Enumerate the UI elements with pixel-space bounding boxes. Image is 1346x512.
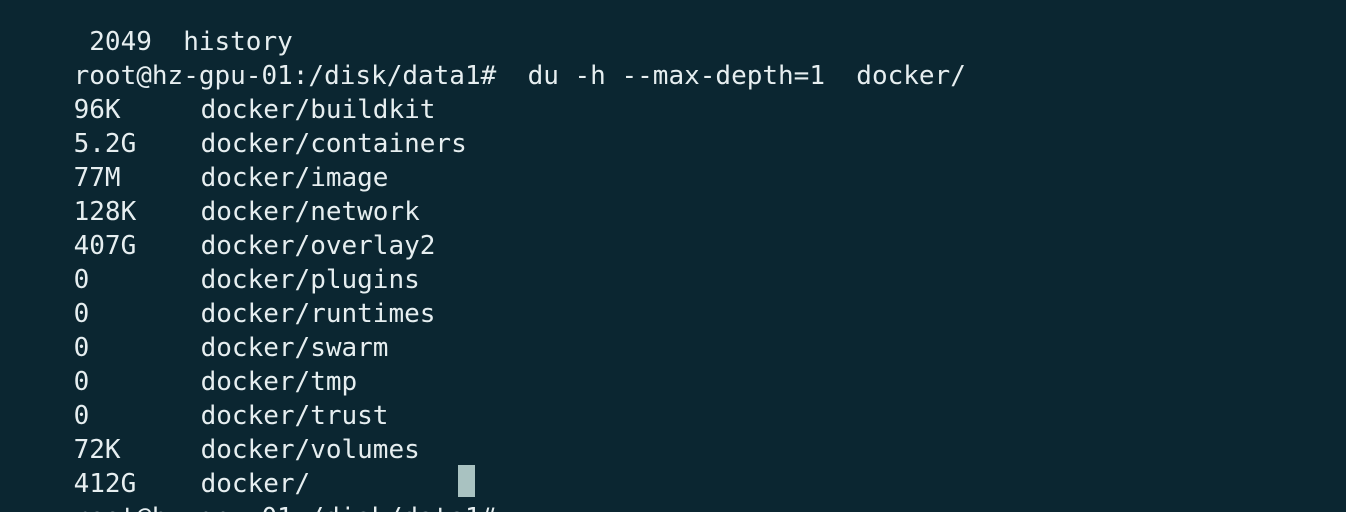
du-command: du -h --max-depth=1 docker/: [496, 61, 966, 91]
du-output-row: 5.2G docker/containers: [11, 93, 467, 159]
du-output-row: 412G docker/: [11, 433, 311, 499]
command-line: root@hz-gpu-01:/disk/data1# du -h --max-…: [11, 25, 966, 91]
du-output-row: 0 docker/tmp: [11, 331, 358, 397]
terminal-window[interactable]: 2049 history root@hz-gpu-01:/disk/data1#…: [0, 0, 1346, 512]
active-command-line[interactable]: root@hz-gpu-01:/disk/data1#: [11, 467, 497, 512]
final-prompt: root@hz-gpu-01:/disk/data1#: [74, 503, 497, 512]
du-output-row: 0 docker/swarm: [11, 297, 389, 363]
du-output-row: 0 docker/plugins: [11, 229, 420, 295]
du-output-row: 0 docker/runtimes: [11, 263, 436, 329]
du-output-row: 128K docker/network: [11, 161, 420, 227]
du-output-row: 72K docker/volumes: [11, 399, 420, 465]
du-output-row: 407G docker/overlay2: [11, 195, 436, 261]
terminal-cursor[interactable]: [458, 465, 475, 497]
du-output-row: 0 docker/trust: [11, 365, 389, 431]
du-output-row: 96K docker/buildkit: [11, 59, 436, 125]
du-output-row: 77M docker/image: [11, 127, 389, 193]
history-output-line: 2049 history: [11, 0, 293, 57]
